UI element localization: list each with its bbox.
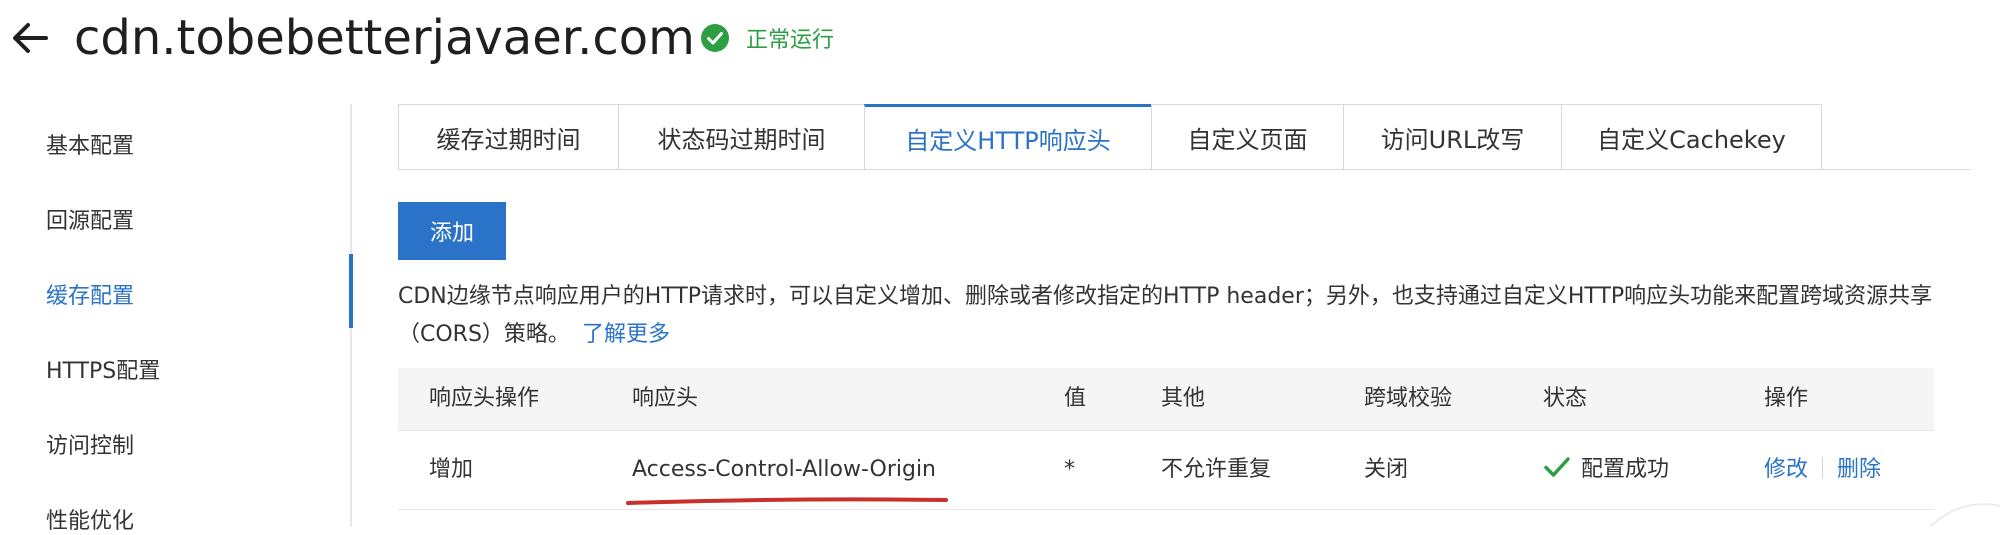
sidebar-item-origin-config[interactable]: 回源配置 bbox=[46, 203, 134, 235]
cell-operation: 增加 bbox=[429, 457, 474, 482]
corner-decoration bbox=[1929, 503, 2000, 527]
tab-custom-cachekey[interactable]: 自定义Cachekey bbox=[1561, 104, 1822, 170]
cell-cors-check: 关闭 bbox=[1364, 457, 1409, 482]
column-header-operation: 响应头操作 bbox=[429, 386, 540, 411]
cell-status: 配置成功 bbox=[1543, 431, 1669, 509]
cell-actions: 修改 删除 bbox=[1764, 431, 1881, 509]
table-header: 响应头操作 响应头 值 其他 跨域校验 状态 操作 bbox=[398, 368, 1934, 431]
delete-link[interactable]: 删除 bbox=[1837, 457, 1881, 482]
column-header-actions: 操作 bbox=[1764, 386, 1809, 411]
cell-other: 不允许重复 bbox=[1161, 457, 1272, 482]
edit-link[interactable]: 修改 bbox=[1764, 457, 1808, 482]
column-header-other: 其他 bbox=[1161, 386, 1206, 411]
sidebar-item-performance[interactable]: 性能优化 bbox=[46, 503, 134, 535]
sidebar-active-indicator bbox=[349, 254, 353, 328]
description-line2: （CORS）策略。 了解更多 bbox=[398, 316, 670, 354]
column-header-value: 值 bbox=[1064, 386, 1087, 411]
action-separator bbox=[1822, 457, 1824, 479]
status-success-text: 配置成功 bbox=[1581, 457, 1670, 482]
check-icon bbox=[1544, 457, 1570, 477]
page-title: cdn.tobebetterjavaer.com bbox=[74, 10, 695, 66]
tab-bar: 缓存过期时间 状态码过期时间 自定义HTTP响应头 自定义页面 访问URL改写 … bbox=[398, 104, 1822, 170]
sidebar-item-access-control[interactable]: 访问控制 bbox=[46, 428, 134, 460]
tab-status-code-expiry[interactable]: 状态码过期时间 bbox=[618, 104, 864, 170]
description-text: CDN边缘节点响应用户的HTTP请求时，可以自定义增加、删除或者修改指定的HTT… bbox=[398, 284, 1933, 309]
column-header-response-header: 响应头 bbox=[632, 386, 699, 411]
tab-cache-expiry[interactable]: 缓存过期时间 bbox=[398, 104, 618, 170]
cell-value: * bbox=[1064, 457, 1075, 482]
sidebar-item-cache-config[interactable]: 缓存配置 bbox=[46, 278, 134, 310]
learn-more-link[interactable]: 了解更多 bbox=[582, 322, 670, 347]
column-header-cors-check: 跨域校验 bbox=[1364, 386, 1453, 411]
tabs-baseline bbox=[398, 169, 1970, 170]
add-button[interactable]: 添加 bbox=[398, 202, 506, 260]
sidebar-item-https-config[interactable]: HTTPS配置 bbox=[46, 353, 160, 385]
sidebar-item-basic-config[interactable]: 基本配置 bbox=[46, 128, 134, 160]
status-text: 正常运行 bbox=[746, 28, 835, 53]
back-arrow-icon[interactable] bbox=[6, 14, 54, 62]
column-header-status: 状态 bbox=[1543, 386, 1588, 411]
check-circle-icon bbox=[701, 24, 729, 52]
tab-url-rewrite[interactable]: 访问URL改写 bbox=[1343, 104, 1561, 170]
description-cors-text: （CORS）策略。 bbox=[398, 322, 570, 347]
tab-custom-http-header[interactable]: 自定义HTTP响应头 bbox=[864, 104, 1151, 170]
status-badge: 正常运行 bbox=[700, 22, 834, 54]
tab-custom-page[interactable]: 自定义页面 bbox=[1151, 104, 1343, 170]
annotation-underline bbox=[626, 497, 948, 505]
